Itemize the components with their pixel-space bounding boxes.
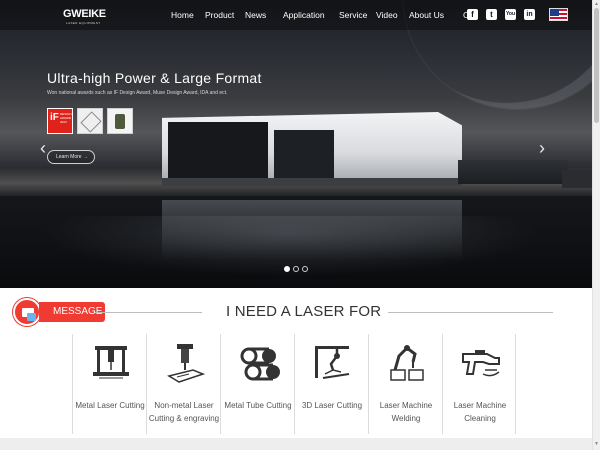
card-metal-tube-cutting[interactable]: Metal Tube Cutting bbox=[220, 334, 294, 434]
card-non-metal-laser[interactable]: Non-metal Laser Cutting & engraving bbox=[146, 334, 220, 434]
slider-dots bbox=[284, 266, 308, 272]
next-section-band bbox=[0, 438, 592, 450]
next-slide-arrow-icon[interactable]: › bbox=[539, 139, 551, 157]
nav-about-us[interactable]: About Us bbox=[409, 10, 444, 20]
laser-welding-icon bbox=[390, 345, 424, 381]
section-title: I NEED A LASER FOR bbox=[226, 303, 382, 320]
brand-logo[interactable]: GWEIKE bbox=[63, 8, 106, 20]
ida-award-badge bbox=[107, 108, 133, 134]
slider-dot-1[interactable] bbox=[284, 266, 290, 272]
laser-cleaning-icon bbox=[462, 350, 500, 377]
facebook-icon[interactable]: f bbox=[467, 9, 478, 20]
linkedin-icon[interactable]: in bbox=[524, 9, 535, 20]
message-widget[interactable]: MESSAGE bbox=[13, 298, 105, 326]
title-divider-right bbox=[388, 312, 553, 313]
brand-logo-tagline: LASER EQUIPMENT bbox=[66, 21, 101, 25]
machine-reflection bbox=[162, 200, 462, 260]
learn-more-button[interactable]: Learn More → bbox=[47, 150, 95, 164]
card-label: Metal Tube Cutting bbox=[224, 401, 292, 410]
hero-banner: Ultra-high Power & Large Format Won nati… bbox=[0, 0, 592, 288]
nav-video[interactable]: Video bbox=[376, 10, 398, 20]
nav-service[interactable]: Service bbox=[339, 10, 367, 20]
3d-laser-cutting-icon bbox=[315, 346, 350, 379]
metal-laser-cutting-icon bbox=[93, 346, 129, 379]
card-metal-laser-cutting[interactable]: Metal Laser Cutting bbox=[72, 334, 146, 434]
youtube-icon[interactable]: You bbox=[505, 9, 516, 20]
twitter-icon[interactable]: t bbox=[486, 9, 497, 20]
muse-design-award-badge bbox=[77, 108, 103, 134]
prev-slide-arrow-icon[interactable]: ‹ bbox=[40, 139, 52, 157]
metal-tube-icon bbox=[240, 347, 280, 381]
nav-news[interactable]: News bbox=[245, 10, 266, 20]
nav-product[interactable]: Product bbox=[205, 10, 234, 20]
hero-title: Ultra-high Power & Large Format bbox=[47, 70, 262, 86]
scroll-down-icon[interactable]: ▼ bbox=[594, 441, 599, 447]
us-flag-icon[interactable] bbox=[549, 8, 568, 21]
card-label: Metal Laser Cutting bbox=[75, 401, 145, 410]
nav-application[interactable]: Application bbox=[283, 10, 325, 20]
title-divider-left bbox=[95, 312, 202, 313]
site-header: GWEIKE LASER EQUIPMENT Home Product News… bbox=[0, 0, 592, 30]
card-label: Non-metal Laser Cutting & engraving bbox=[148, 401, 220, 423]
laser-categories: Metal Laser Cutting Non-metal Laser Cutt… bbox=[72, 334, 516, 434]
card-label: Laser Machine Cleaning bbox=[453, 401, 507, 423]
card-laser-welding[interactable]: Laser Machine Welding bbox=[368, 334, 442, 434]
hero-subtitle: Won national awards such as IF Design Aw… bbox=[47, 90, 228, 96]
page-scrollbar[interactable]: ▲ ▼ bbox=[592, 0, 600, 450]
card-label: Laser Machine Welding bbox=[379, 401, 433, 423]
if-design-award-badge: iF DESIGN AWARD 2024 bbox=[47, 108, 73, 134]
scroll-up-icon[interactable]: ▲ bbox=[594, 1, 599, 7]
message-icon[interactable] bbox=[13, 298, 41, 326]
card-laser-cleaning[interactable]: Laser Machine Cleaning bbox=[442, 334, 516, 434]
scrollbar-thumb[interactable] bbox=[594, 8, 599, 123]
slider-dot-3[interactable] bbox=[302, 266, 308, 272]
non-metal-laser-icon bbox=[167, 344, 206, 383]
laser-machine-image bbox=[162, 100, 592, 190]
award-badges: iF DESIGN AWARD 2024 bbox=[47, 108, 133, 134]
nav-home[interactable]: Home bbox=[171, 10, 194, 20]
card-3d-laser-cutting[interactable]: 3D Laser Cutting bbox=[294, 334, 368, 434]
card-label: 3D Laser Cutting bbox=[301, 401, 363, 410]
slider-dot-2[interactable] bbox=[293, 266, 299, 272]
